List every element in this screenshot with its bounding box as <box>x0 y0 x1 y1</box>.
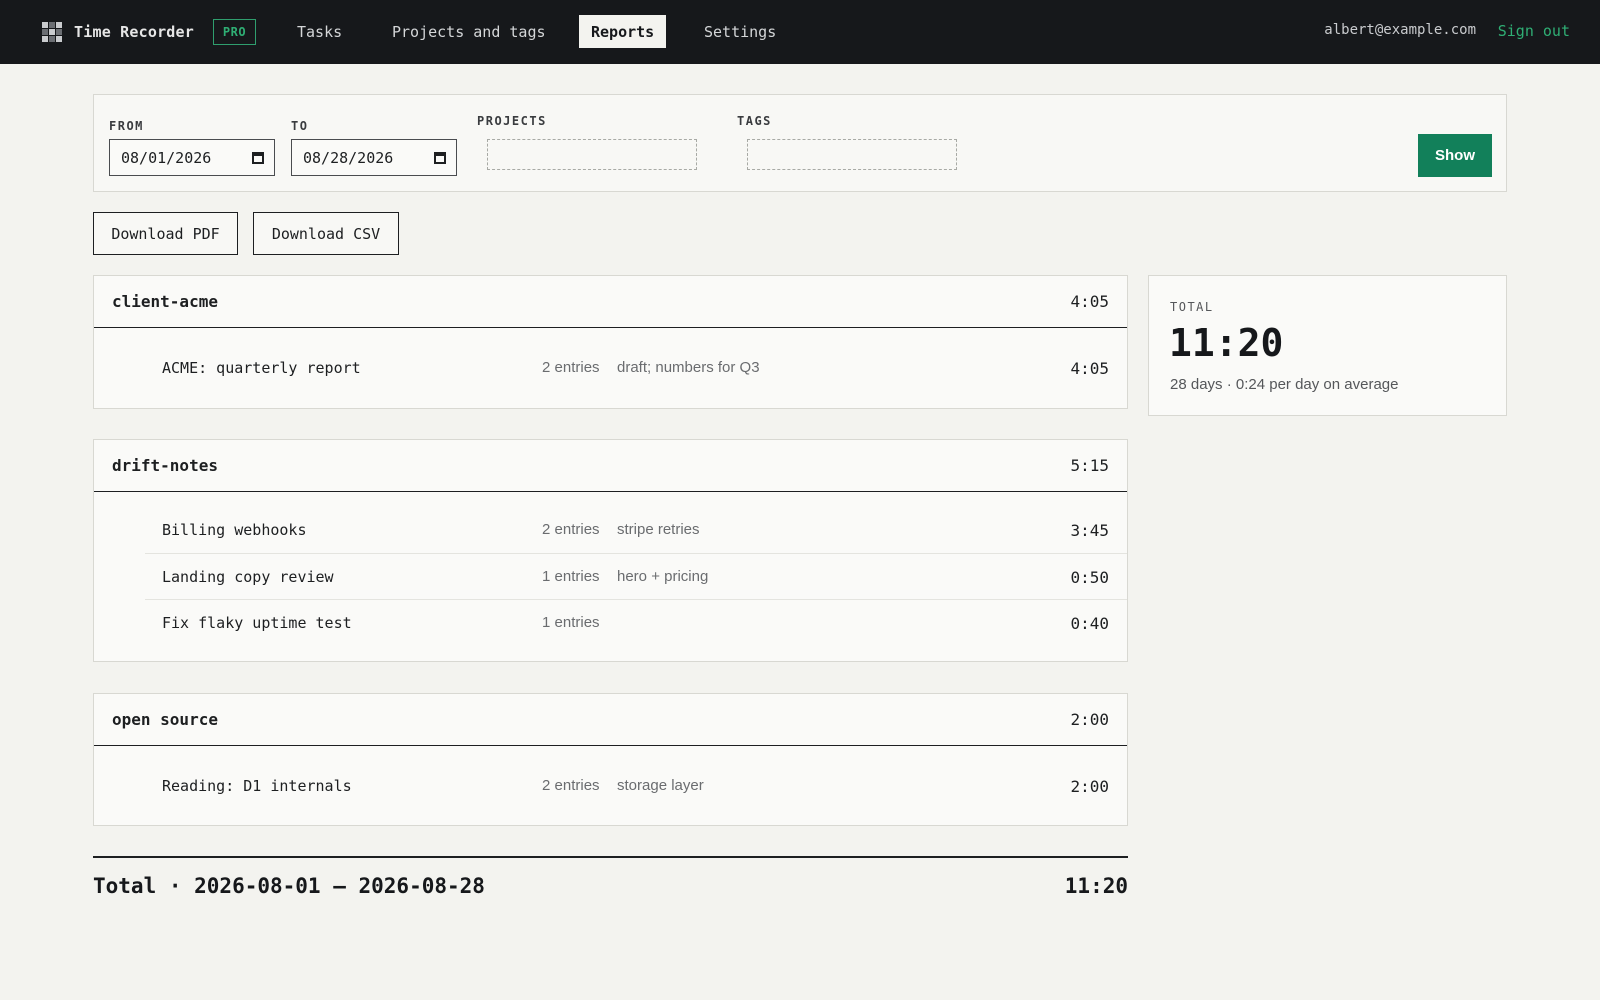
task-time: 0:40 <box>1070 614 1109 633</box>
nav-reports[interactable]: Reports <box>579 15 667 48</box>
show-button[interactable]: Show <box>1418 134 1492 177</box>
grid-logo-icon <box>42 22 62 42</box>
footer-total: 11:20 <box>1064 874 1128 898</box>
total-summary-card: TOTAL 11:20 28 days · 0:24 per day on av… <box>1148 275 1507 416</box>
to-label: TO <box>291 119 309 133</box>
to-date-value: 08/28/2026 <box>303 148 394 167</box>
project-group: open source 2:00 Reading: D1 internals 2… <box>93 693 1128 826</box>
total-label: TOTAL <box>1170 300 1214 314</box>
task-entry-count: 1 entries <box>542 568 600 585</box>
projects-picker[interactable] <box>487 139 697 170</box>
task-time: 2:00 <box>1070 777 1109 796</box>
task-row[interactable]: ACME: quarterly report 2 entries draft; … <box>145 345 1127 391</box>
task-row[interactable]: Landing copy review 1 entries hero + pri… <box>145 553 1127 599</box>
nav-settings[interactable]: Settings <box>692 15 788 48</box>
task-row[interactable]: Reading: D1 internals 2 entries storage … <box>145 763 1127 809</box>
task-note: hero + pricing <box>617 568 709 585</box>
task-entry-count: 2 entries <box>542 359 600 376</box>
user-email: albert@example.com <box>1324 22 1476 38</box>
project-time: 2:00 <box>1070 710 1109 729</box>
tags-picker[interactable] <box>747 139 957 170</box>
top-nav-bar: Time Recorder PRO Tasks Projects and tag… <box>0 0 1600 64</box>
project-group: client-acme 4:05 ACME: quarterly report … <box>93 275 1128 409</box>
to-date-input[interactable]: 08/28/2026 <box>291 139 457 176</box>
task-time: 0:50 <box>1070 568 1109 587</box>
task-note: draft; numbers for Q3 <box>617 359 760 376</box>
task-name: ACME: quarterly report <box>162 359 361 377</box>
project-name: client-acme <box>112 292 218 311</box>
nav-projects-and-tags[interactable]: Projects and tags <box>380 15 558 48</box>
app-name: Time Recorder <box>74 23 194 41</box>
calendar-icon[interactable] <box>434 151 446 164</box>
task-name: Landing copy review <box>162 568 334 586</box>
sign-out-link[interactable]: Sign out <box>1498 22 1570 40</box>
project-group-header: drift-notes 5:15 <box>94 440 1127 492</box>
nav-tasks[interactable]: Tasks <box>285 15 354 48</box>
task-name: Billing webhooks <box>162 521 307 539</box>
task-note: storage layer <box>617 777 704 794</box>
task-row[interactable]: Billing webhooks 2 entries stripe retrie… <box>145 507 1127 553</box>
from-date-value: 08/01/2026 <box>121 148 212 167</box>
project-name: drift-notes <box>112 456 218 475</box>
project-group-header: client-acme 4:05 <box>94 276 1127 328</box>
brand[interactable]: Time Recorder <box>42 22 194 42</box>
task-entry-count: 2 entries <box>542 777 600 794</box>
task-row[interactable]: Fix flaky uptime test 1 entries 0:40 <box>145 599 1127 645</box>
report-filters: FROM 08/01/2026 TO 08/28/2026 PROJECTS T… <box>93 94 1507 192</box>
from-date-input[interactable]: 08/01/2026 <box>109 139 275 176</box>
tags-label: TAGS <box>737 114 772 128</box>
task-entry-count: 1 entries <box>542 614 600 631</box>
project-name: open source <box>112 710 218 729</box>
project-time: 5:15 <box>1070 456 1109 475</box>
project-group-header: open source 2:00 <box>94 694 1127 746</box>
project-group: drift-notes 5:15 Billing webhooks 2 entr… <box>93 439 1128 662</box>
task-name: Fix flaky uptime test <box>162 614 352 632</box>
calendar-icon[interactable] <box>252 151 264 164</box>
task-note: stripe retries <box>617 521 700 538</box>
project-time: 4:05 <box>1070 292 1109 311</box>
task-name: Reading: D1 internals <box>162 777 352 795</box>
footer-range-summary: Total · 2026-08-01 – 2026-08-28 <box>93 874 485 898</box>
projects-label: PROJECTS <box>477 114 547 128</box>
task-time: 4:05 <box>1070 359 1109 378</box>
task-time: 3:45 <box>1070 521 1109 540</box>
total-average-text: 28 days · 0:24 per day on average <box>1170 376 1399 393</box>
footer-divider <box>93 856 1128 858</box>
task-entry-count: 2 entries <box>542 521 600 538</box>
download-csv-button[interactable]: Download CSV <box>253 212 399 255</box>
from-label: FROM <box>109 119 144 133</box>
total-value: 11:20 <box>1169 321 1284 365</box>
download-pdf-button[interactable]: Download PDF <box>93 212 238 255</box>
pro-badge: PRO <box>213 19 256 45</box>
